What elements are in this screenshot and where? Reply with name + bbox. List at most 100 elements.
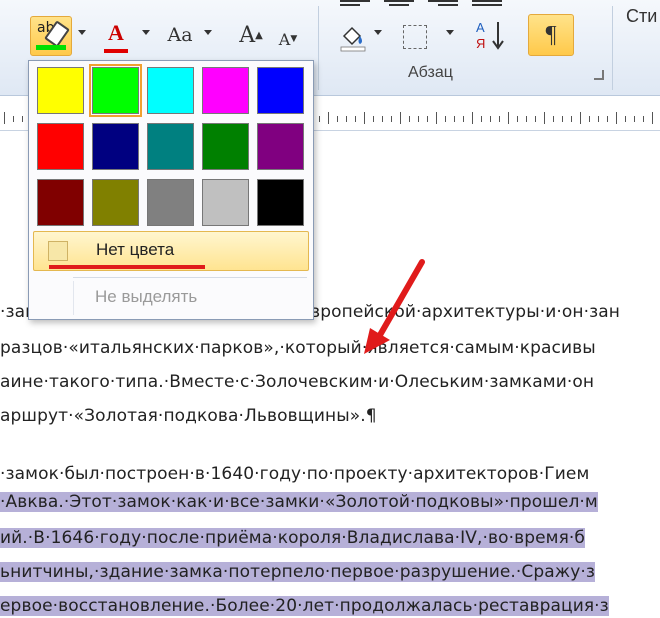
- pilcrow-glyph: ¶: [545, 21, 557, 48]
- ruler-tick: [427, 116, 428, 122]
- ruler-tick: [490, 116, 491, 122]
- highlight-color-palette: [37, 64, 304, 226]
- align-center-icon[interactable]: [384, 0, 418, 12]
- shading-dropdown-arrow-icon[interactable]: [374, 30, 382, 35]
- ruler-tick: [319, 116, 320, 122]
- ruler-tick: [643, 116, 644, 122]
- document-line-selected: ьнитчины,·здание·замка·потерпело·первое·…: [0, 562, 596, 582]
- ruler-tick: [355, 116, 356, 122]
- document-line-selected: ервое·восстановление.·Более·20·лет·продо…: [0, 596, 609, 616]
- swatch-dark-yellow[interactable]: [92, 179, 139, 226]
- document-line: разцов·«итальянских·парков»,·который·явл…: [0, 338, 596, 358]
- align-left-icon[interactable]: [340, 0, 374, 12]
- highlight-color-menu: Нет цвета Не выделять: [28, 60, 314, 320]
- align-right-icon[interactable]: [428, 0, 462, 12]
- swatch-gray-50[interactable]: [147, 179, 194, 226]
- red-arrow-annotation: [364, 259, 425, 354]
- swatch-dark-blue[interactable]: [92, 123, 139, 170]
- swatch-yellow[interactable]: [37, 67, 84, 114]
- document-line-selected: ий.·В·1646·году·после·приёма·короля·Влад…: [0, 528, 585, 548]
- shrink-font-glyph: A: [278, 29, 291, 49]
- ruler-tick: [517, 116, 518, 122]
- borders-dropdown-arrow-icon[interactable]: [446, 30, 454, 35]
- highlight-dropdown-arrow-icon[interactable]: [78, 30, 86, 35]
- document-line: аршрут·«Золотая·подкова·Львовщины».¶: [0, 406, 377, 426]
- styles-group-label: Сти: [626, 6, 658, 26]
- ruler-tick: [562, 116, 563, 122]
- svg-text:А: А: [476, 20, 485, 35]
- sort-az-icon: А Я: [476, 20, 504, 51]
- shrink-font-button[interactable]: A ▼: [276, 22, 300, 56]
- ruler-tick: [544, 112, 545, 124]
- no-color-chip-icon: [48, 241, 68, 261]
- ruler-tick: [553, 116, 554, 122]
- text-highlight-color-button[interactable]: ab: [30, 16, 72, 56]
- document-line-selected: ·Авква.·Этот·замок·как·и·все·замки·«Золо…: [0, 492, 598, 512]
- ruler-tick: [4, 112, 5, 124]
- ruler-tick: [589, 116, 590, 122]
- swatch-green[interactable]: [202, 123, 249, 170]
- ribbon-group-separator: [318, 6, 319, 90]
- ruler-tick: [508, 112, 509, 124]
- ruler-tick: [535, 116, 536, 122]
- ruler-tick: [526, 116, 527, 122]
- red-underline-annotation: [49, 265, 205, 269]
- grow-font-button[interactable]: A ▲: [236, 18, 266, 52]
- paragraph-dialog-launcher-icon[interactable]: [594, 70, 604, 80]
- swatch-red[interactable]: [37, 123, 84, 170]
- no-color-label: Нет цвета: [96, 240, 175, 259]
- paint-bucket-icon: [340, 26, 366, 52]
- ruler-tick: [22, 116, 23, 122]
- stop-highlighting-label: Не выделять: [95, 287, 198, 306]
- font-color-dropdown-arrow-icon[interactable]: [142, 30, 150, 35]
- swatch-turquoise[interactable]: [147, 67, 194, 114]
- ruler-tick: [616, 112, 617, 124]
- svg-text:Я: Я: [476, 36, 485, 51]
- ruler-tick: [445, 116, 446, 122]
- ruler-tick: [373, 116, 374, 122]
- ruler-tick: [364, 112, 365, 124]
- swatch-bright-green[interactable]: [89, 64, 142, 117]
- ruler-tick: [463, 116, 464, 122]
- ruler-tick: [436, 112, 437, 124]
- ruler-tick: [409, 116, 410, 122]
- stop-highlighting-menu-item[interactable]: Не выделять: [33, 281, 307, 313]
- swatch-gray-25[interactable]: [202, 179, 249, 226]
- ruler-tick: [652, 112, 653, 124]
- borders-icon: [403, 25, 427, 49]
- swatch-violet[interactable]: [257, 123, 304, 170]
- ruler-tick: [571, 116, 572, 122]
- paragraph-group-label: Абзац: [408, 64, 453, 81]
- highlight-current-color-bar: [36, 45, 66, 50]
- ruler-tick: [607, 116, 608, 122]
- swatch-pink[interactable]: [202, 67, 249, 114]
- ruler-tick: [454, 116, 455, 122]
- swatch-teal[interactable]: [147, 123, 194, 170]
- sort-button[interactable]: А Я: [474, 18, 508, 52]
- borders-button[interactable]: [398, 20, 432, 54]
- swatch-black[interactable]: [257, 179, 304, 226]
- ruler-tick: [391, 116, 392, 122]
- change-case-glyph: Aa: [167, 24, 193, 46]
- ribbon-top-row-icons: [0, 0, 660, 6]
- document-line: ·замок·был·построен·в·1640·году·по·проек…: [0, 464, 590, 484]
- stop-highlighting-icon: [47, 288, 65, 306]
- shading-button[interactable]: [336, 20, 370, 54]
- ruler-tick: [418, 116, 419, 122]
- show-formatting-marks-button[interactable]: ¶: [528, 14, 574, 56]
- swatch-blue[interactable]: [257, 67, 304, 114]
- change-case-dropdown-arrow-icon[interactable]: [204, 30, 212, 35]
- ruler-tick: [328, 112, 329, 124]
- font-color-bar: [104, 49, 128, 53]
- ribbon-group-separator: [612, 6, 613, 90]
- ruler-tick: [499, 116, 500, 122]
- font-color-button[interactable]: A: [96, 16, 136, 53]
- menu-separator: [73, 277, 307, 278]
- ruler-tick: [472, 112, 473, 124]
- change-case-button[interactable]: Aa: [160, 18, 200, 52]
- document-line: аине·такого·типа.·Вместе·с·Золочевским·и…: [0, 372, 595, 392]
- font-color-glyph: A: [108, 20, 124, 45]
- grow-font-glyph: A: [239, 22, 256, 48]
- swatch-dark-red[interactable]: [37, 179, 84, 226]
- justify-icon[interactable]: [472, 0, 506, 12]
